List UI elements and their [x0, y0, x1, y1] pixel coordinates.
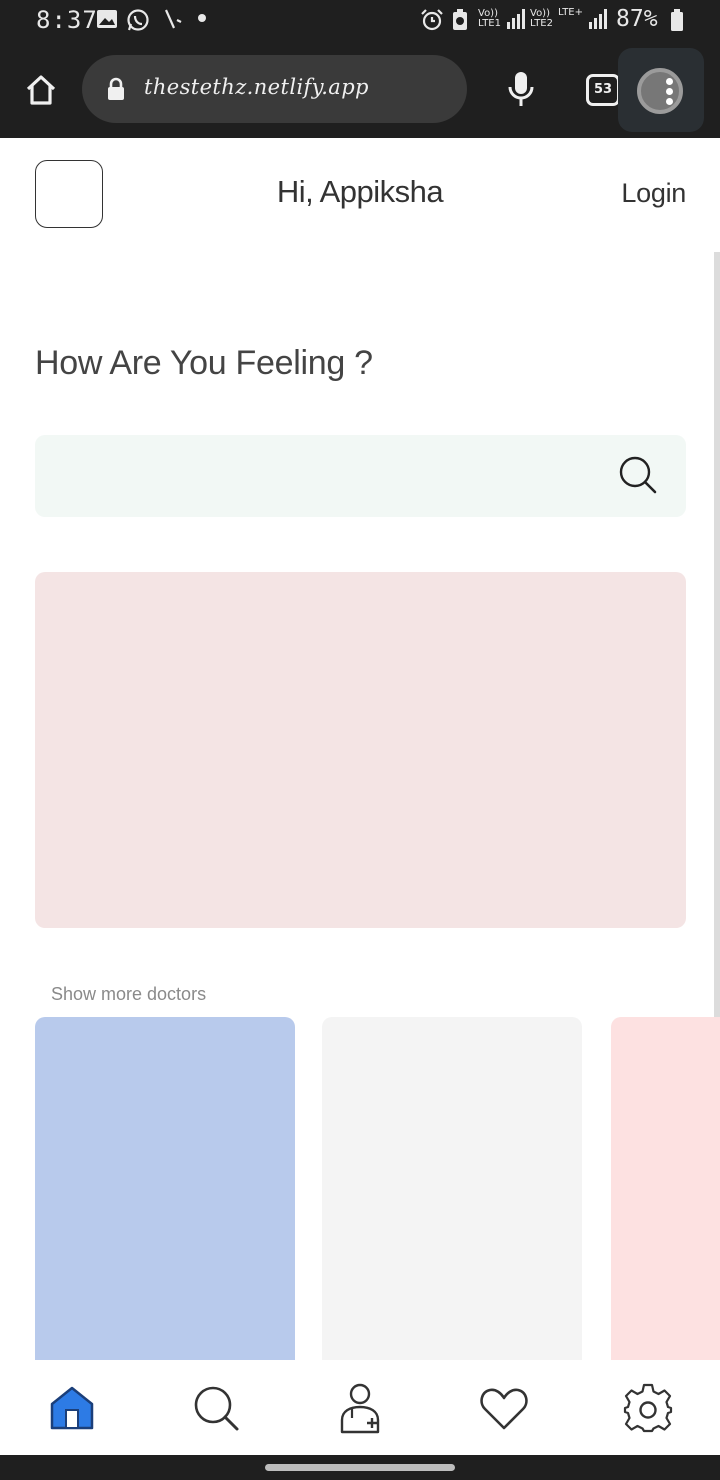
battery-saver-icon: [453, 9, 467, 30]
app-logo[interactable]: [35, 160, 103, 228]
web-page: Hi, Appiksha Login How Are You Feeling ?…: [0, 138, 720, 1360]
notification-dot: [198, 14, 206, 22]
more-options-icon[interactable]: [666, 78, 674, 108]
gesture-handle[interactable]: [265, 1464, 455, 1471]
gallery-icon: [97, 10, 117, 28]
whatsapp-icon: [127, 9, 149, 31]
doctor-card[interactable]: [35, 1017, 295, 1360]
profile-menu-button[interactable]: [618, 48, 704, 132]
microphone-icon[interactable]: [506, 70, 536, 108]
sim2-network-type: LTE+: [558, 7, 583, 18]
page-title: How Are You Feeling ?: [35, 344, 373, 382]
tool-icon: [164, 9, 182, 29]
bottom-navigation: [0, 1360, 720, 1455]
signal-icon-2: [589, 9, 607, 29]
avatar: [637, 68, 683, 114]
hero-banner: [35, 572, 686, 928]
battery-percent: 87%: [616, 6, 658, 32]
greeting-text: Hi, Appiksha: [276, 174, 444, 209]
search-input[interactable]: [35, 435, 686, 517]
doctor-card[interactable]: [322, 1017, 582, 1360]
address-bar[interactable]: thestethz.netlify.app: [82, 55, 467, 123]
doctor-nav-icon[interactable]: [334, 1382, 386, 1434]
settings-nav-icon[interactable]: [622, 1382, 674, 1434]
sim2-label: Vo)) LTE2: [530, 8, 553, 29]
search-nav-icon[interactable]: [190, 1382, 242, 1434]
home-icon[interactable]: [24, 73, 58, 107]
status-bar: 8:37 Vo)) LTE1 Vo)) LTE2 LTE+ 87%: [0, 0, 720, 40]
status-time: 8:37: [36, 6, 98, 34]
alarm-icon: [421, 9, 443, 31]
search-icon[interactable]: [618, 455, 658, 495]
battery-icon: [671, 9, 683, 31]
browser-toolbar: thestethz.netlify.app 53: [0, 40, 720, 138]
show-more-doctors-link[interactable]: Show more doctors: [51, 984, 206, 1005]
signal-icon: [507, 9, 525, 29]
url-text: thestethz.netlify.app: [144, 75, 369, 99]
heart-nav-icon[interactable]: [478, 1382, 530, 1434]
system-navigation-bar: [0, 1455, 720, 1480]
login-link[interactable]: Login: [621, 178, 686, 209]
tab-switcher-button[interactable]: 53: [586, 74, 620, 106]
home-nav-icon[interactable]: [46, 1382, 98, 1434]
doctor-card[interactable]: [611, 1017, 720, 1360]
lock-icon[interactable]: [106, 77, 126, 101]
sim1-label: Vo)) LTE1: [478, 8, 501, 29]
